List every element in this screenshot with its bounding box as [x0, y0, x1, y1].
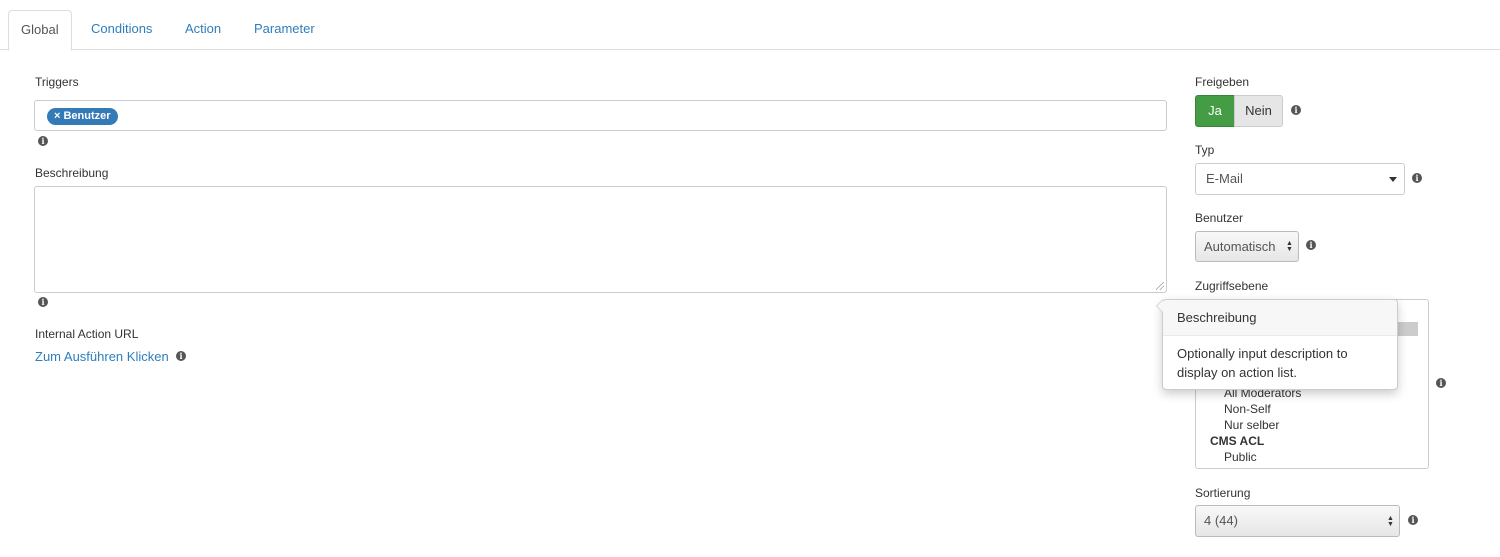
sortierung-label: Sortierung [1195, 486, 1251, 500]
benutzer-value: Automatisch [1204, 239, 1276, 254]
typ-label: Typ [1195, 143, 1215, 157]
info-icon[interactable]: i [1306, 240, 1316, 250]
no-button[interactable]: Nein [1234, 95, 1283, 127]
zugriffsebene-label: Zugriffsebene [1195, 279, 1269, 293]
info-icon[interactable]: i [1412, 173, 1422, 183]
yes-button[interactable]: Ja [1195, 95, 1235, 127]
sortierung-select[interactable]: 4 (44) ▲ ▼ [1195, 505, 1400, 537]
selected-option-highlight [1396, 322, 1418, 336]
execute-link[interactable]: Zum Ausführen Klicken [35, 349, 169, 364]
internal-url-label: Internal Action URL [35, 327, 139, 341]
info-icon[interactable]: i [1408, 515, 1418, 525]
info-icon[interactable]: i [38, 297, 48, 307]
resize-grip-icon[interactable] [1156, 282, 1164, 290]
benutzer-select[interactable]: Automatisch ▲ ▼ [1195, 231, 1299, 262]
listbox-option[interactable]: Public [1224, 449, 1257, 465]
updown-arrows-icon: ▲ ▼ [1286, 240, 1293, 253]
typ-value: E-Mail [1206, 171, 1243, 186]
benutzer-label: Benutzer [1195, 211, 1244, 225]
trigger-chip-benutzer[interactable]: × Benutzer [47, 108, 118, 125]
caret-down-icon [1389, 177, 1397, 182]
tab-parameter[interactable]: Parameter [242, 10, 327, 50]
triggers-label: Triggers [35, 75, 79, 89]
description-popover: Beschreibung Optionally input descriptio… [1156, 299, 1398, 390]
tab-bar: Global Conditions Action Parameter [0, 0, 1500, 51]
info-icon[interactable]: i [176, 351, 186, 361]
info-icon[interactable]: i [1436, 378, 1446, 388]
description-label: Beschreibung [35, 166, 109, 180]
popover-title: Beschreibung [1163, 300, 1397, 336]
info-icon[interactable]: i [38, 136, 48, 146]
triggers-input[interactable]: × Benutzer [34, 100, 1167, 131]
listbox-option[interactable]: Non-Self [1224, 401, 1271, 417]
info-icon[interactable]: i [1291, 105, 1301, 115]
tab-action[interactable]: Action [173, 10, 233, 50]
description-textarea[interactable] [34, 186, 1167, 293]
tab-global[interactable]: Global [8, 10, 72, 51]
sortierung-value: 4 (44) [1204, 513, 1238, 528]
listbox-option[interactable]: Nur selber [1224, 417, 1279, 433]
freigeben-label: Freigeben [1195, 75, 1250, 89]
listbox-group-label: CMS ACL [1210, 434, 1265, 448]
typ-select[interactable]: E-Mail [1195, 163, 1405, 195]
tab-conditions[interactable]: Conditions [79, 10, 164, 50]
popover-body: Optionally input description to display … [1177, 346, 1348, 380]
updown-arrows-icon: ▲ ▼ [1387, 515, 1394, 528]
